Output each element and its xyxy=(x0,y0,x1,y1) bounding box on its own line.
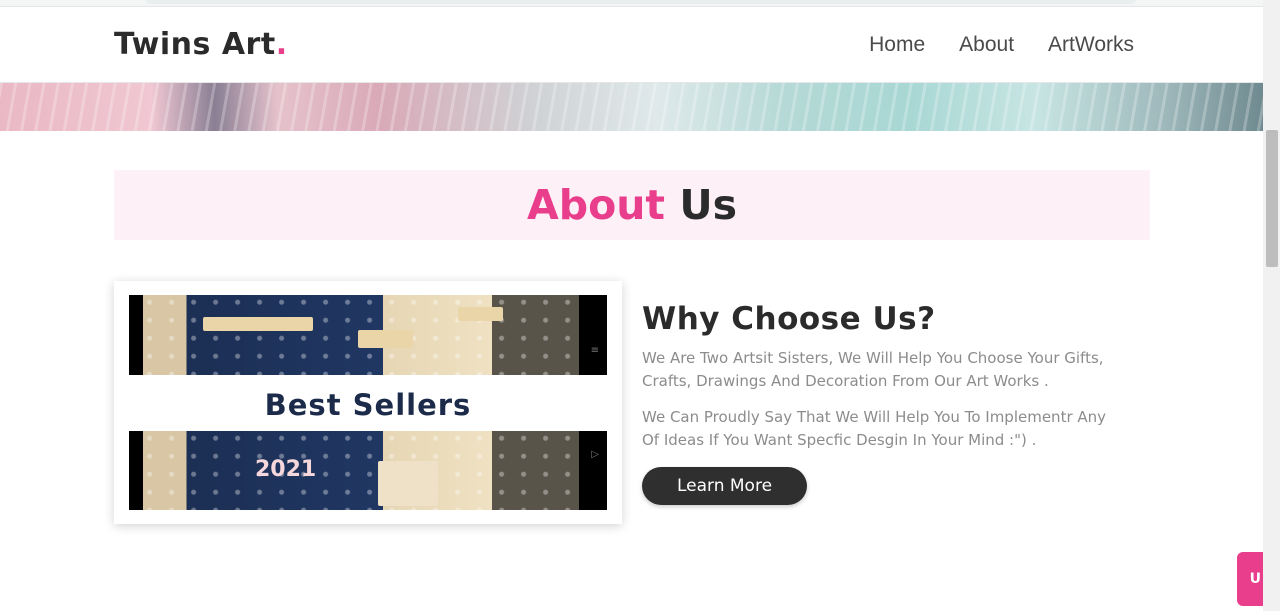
video-frame-bottom: 2021 ▷ xyxy=(129,431,607,510)
main-nav: Home About ArtWorks xyxy=(869,33,1134,57)
floating-button-label: U xyxy=(1249,571,1261,587)
menu-icon: ≡ xyxy=(590,345,599,356)
hero-banner-strip xyxy=(0,83,1263,131)
media-card: ≡ Best Sellers 2021 ▷ xyxy=(114,281,622,524)
browser-top-edge xyxy=(0,0,1263,7)
video-frame-top: ≡ xyxy=(129,295,607,375)
brand-logo[interactable]: Twins Art. xyxy=(114,27,288,62)
about-title-highlight: About xyxy=(526,181,666,229)
nav-about[interactable]: About xyxy=(959,33,1014,57)
about-paragraph-1: We Are Two Artsit Sisters, We Will Help … xyxy=(642,349,1104,390)
about-paragraph-2: We Can Proudly Say That We Will Help You… xyxy=(642,408,1107,449)
about-title: About Us xyxy=(527,181,737,229)
learn-more-button[interactable]: Learn More xyxy=(642,467,807,505)
brand-dot: . xyxy=(275,27,288,62)
scrollbar-thumb[interactable] xyxy=(1266,130,1278,267)
brand-text: Twins Art xyxy=(114,27,276,62)
about-title-box: About Us xyxy=(114,170,1150,240)
best-sellers-text: Best Sellers xyxy=(264,388,472,422)
site-header: Twins Art. Home About ArtWorks xyxy=(0,7,1263,83)
why-choose-heading: Why Choose Us? xyxy=(642,301,936,337)
year-badge: 2021 xyxy=(255,457,317,482)
nav-artworks[interactable]: ArtWorks xyxy=(1048,33,1134,57)
play-icon: ▷ xyxy=(591,449,599,460)
floating-action-button[interactable]: U xyxy=(1237,552,1263,606)
best-sellers-video[interactable]: ≡ Best Sellers 2021 ▷ xyxy=(129,295,607,510)
address-bar-edge xyxy=(146,0,1136,4)
nav-home[interactable]: Home xyxy=(869,33,925,57)
about-title-rest: Us xyxy=(679,181,738,229)
page-scrollbar[interactable] xyxy=(1263,0,1280,611)
